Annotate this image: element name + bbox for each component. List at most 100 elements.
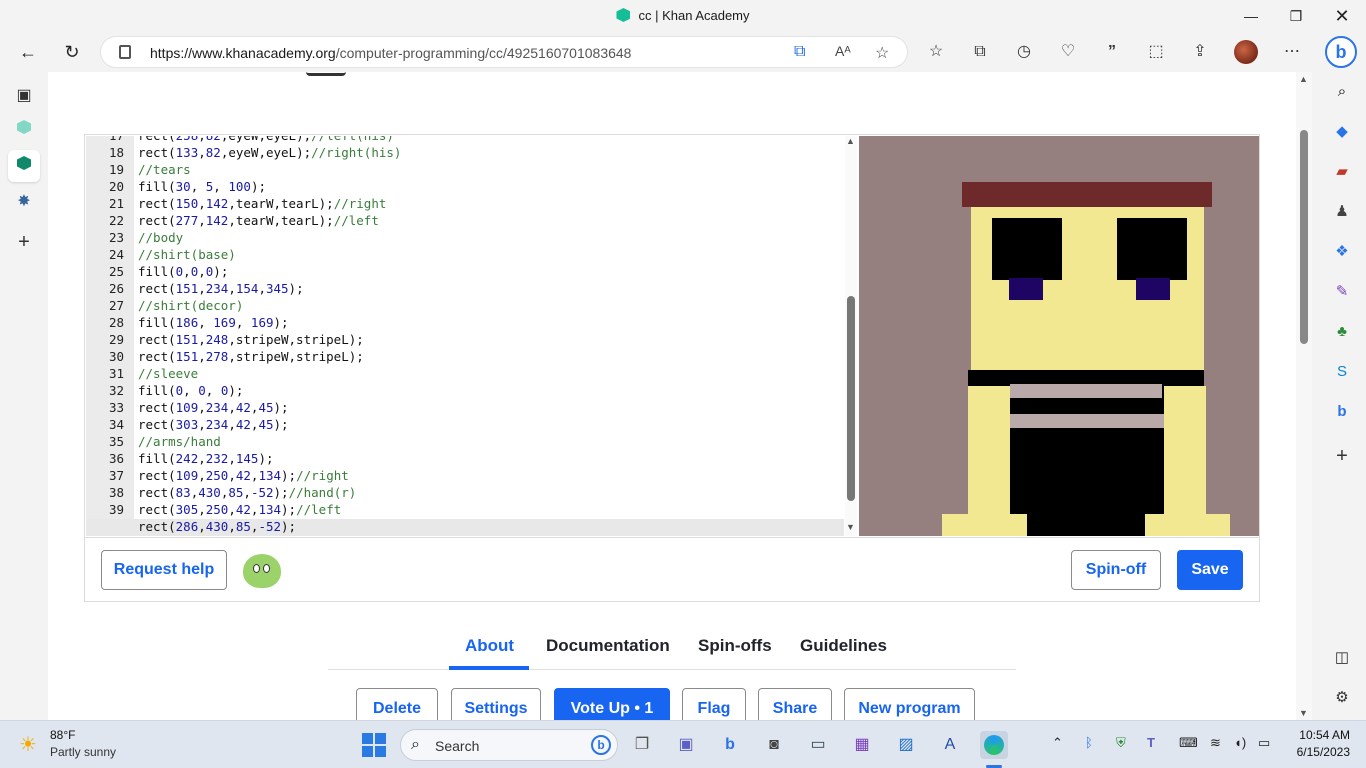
restore-button[interactable]: ❐ [1286,6,1306,26]
request-help-button[interactable]: Request help [101,550,227,590]
keyboard-icon[interactable]: ⌨ [1179,735,1198,751]
settings-button[interactable]: Settings [451,688,541,720]
new-tab-plus-icon[interactable]: + [12,230,36,254]
tab-khan-icon-1[interactable] [12,118,36,142]
designer-icon[interactable]: ✎ [1330,280,1354,304]
code-line[interactable]: rect(133,82,eyeW,eyeL);//right(his) [138,144,401,161]
weather-sun-icon[interactable]: ☀ [16,733,40,757]
quote-icon[interactable]: ” [1100,40,1124,64]
flag-button[interactable]: Flag [682,688,746,720]
share-icon[interactable]: ⇪ [1188,40,1212,64]
tab-guidelines[interactable]: Guidelines [800,636,887,656]
extensions-icon[interactable]: ⬚ [1144,40,1168,64]
close-window-button[interactable]: ✕ [1332,6,1352,26]
delete-button[interactable]: Delete [356,688,438,720]
weather-temp[interactable]: 88°F [50,728,75,742]
tab-about[interactable]: About [465,636,514,656]
code-line[interactable]: rect(151,234,154,345); [138,280,304,297]
code-line[interactable]: //sleeve [138,365,198,382]
photos-icon[interactable]: ▨ [894,733,918,757]
editor-scrollbar[interactable]: ▲ ▼ [845,136,857,536]
app-available-icon[interactable]: ⧉ [794,43,805,61]
show-hidden-icons-chevron-icon[interactable]: ⌃ [1052,735,1063,751]
clock-date[interactable]: 6/15/2023 [1282,745,1350,759]
shopping-tag-icon[interactable]: ◆ [1330,120,1354,144]
program-output-canvas[interactable] [859,136,1259,536]
teams-chat-icon[interactable]: ▣ [674,733,698,757]
edge-browser-taskbar-icon[interactable] [980,731,1008,759]
code-line[interactable]: fill(242,232,145); [138,450,274,467]
code-line[interactable]: //shirt(decor) [138,297,243,314]
code-line[interactable]: fill(30, 5, 100); [138,178,266,195]
page-scrollbar[interactable]: ▲ ▼ [1296,72,1312,720]
back-arrow-icon[interactable]: ← [16,40,40,64]
history-icon[interactable]: ◷ [1012,40,1036,64]
code-line[interactable]: rect(277,142,tearW,tearL);//left [138,212,379,229]
taskbar-search[interactable]: ⌕ Search b [400,729,618,761]
new-program-button[interactable]: New program [844,688,975,720]
profile-avatar[interactable] [1234,40,1258,64]
code-line[interactable]: rect(109,234,42,45); [138,399,289,416]
tree-icon[interactable]: ♣ [1330,320,1354,344]
refresh-icon[interactable]: ↻ [60,40,84,64]
app-a-icon[interactable]: A [938,733,962,757]
weather-desc[interactable]: Partly sunny [50,745,116,759]
code-editor[interactable]: 1718 19 20 21 22 23 24 25 26 27 28 29 30 31 32 33 34 35 36… [86,136,844,536]
read-aloud-icon[interactable]: Aᴬ [835,43,851,59]
code-line[interactable]: fill(0,0,0); [138,263,228,280]
code-line[interactable]: //arms/hand [138,433,221,450]
hide-sidebar-icon[interactable]: ◫ [1330,646,1354,670]
spin-off-button[interactable]: Spin-off [1071,550,1161,590]
code-line[interactable]: //shirt(base) [138,246,236,263]
code-line[interactable]: fill(0, 0, 0); [138,382,243,399]
bing-app-icon[interactable]: b [718,733,742,757]
camera-icon[interactable]: ◙ [762,733,786,757]
tools-briefcase-icon[interactable]: ▰ [1330,160,1354,184]
code-line[interactable]: rect(305,250,42,134);//left [138,501,341,518]
code-line[interactable]: rect(83,430,85,-52);//hand(r) [138,484,356,501]
clipchamp-icon[interactable]: ▦ [850,733,874,757]
settings-gear-icon[interactable]: ⚙ [1330,686,1354,710]
code-line[interactable]: rect(286,430,85,-52); [138,518,296,535]
skype-icon[interactable]: S [1330,360,1354,384]
collections-icon[interactable]: ⧉ [968,40,992,64]
wifi-icon[interactable]: ≋ [1210,735,1221,751]
microsoft-365-icon[interactable]: ❖ [1330,240,1354,264]
code-line[interactable]: //body [138,229,183,246]
minimize-button[interactable]: — [1241,6,1261,26]
performance-icon[interactable]: ♡ [1056,40,1080,64]
add-sidebar-app-icon[interactable]: + [1330,444,1354,468]
tab-game-icon[interactable]: ✸ [12,190,36,214]
share-button[interactable]: Share [758,688,832,720]
tab-actions-icon[interactable]: ▣ [12,84,36,108]
code-line[interactable]: rect(150,142,tearW,tearL);//right [138,195,386,212]
search-icon[interactable]: ⌕ [1330,80,1354,104]
start-windows-icon[interactable] [362,733,386,757]
code-line[interactable]: rect(151,278,stripeW,stripeL); [138,348,364,365]
code-line[interactable]: fill(186, 169, 169); [138,314,289,331]
bing-copilot-icon[interactable]: b [1325,36,1357,68]
scroll-down-arrow-icon[interactable]: ▼ [846,522,855,532]
code-line[interactable]: //tears [138,161,191,178]
bing-icon[interactable]: b [1330,400,1354,424]
page-scroll-down-icon[interactable]: ▼ [1299,708,1308,718]
security-shield-icon[interactable]: ⛨ [1116,735,1126,751]
more-options-icon[interactable]: ⋯ [1280,40,1304,64]
tab-khan-icon-active[interactable] [8,150,40,182]
bluetooth-icon[interactable]: ᛒ [1085,735,1093,750]
tab-spin-offs[interactable]: Spin-offs [698,636,772,656]
battery-icon[interactable]: ▭ [1258,735,1270,751]
code-line[interactable]: rect(303,234,42,45); [138,416,289,433]
save-button[interactable]: Save [1177,550,1243,590]
task-view-icon[interactable]: ❐ [630,733,654,757]
favorite-star-icon[interactable]: ☆ [875,43,889,63]
page-scroll-up-icon[interactable]: ▲ [1299,74,1308,84]
teams-tray-icon[interactable]: T [1147,735,1155,750]
vote-up-button[interactable]: Vote Up • 1 [554,688,670,720]
page-scroll-thumb[interactable] [1300,130,1308,344]
address-bar[interactable]: https://www.khanacademy.org/computer-pro… [100,36,908,68]
games-icon[interactable]: ♟ [1330,200,1354,224]
code-line[interactable]: rect(109,250,42,134);//right [138,467,349,484]
car-app-icon[interactable]: ▭ [806,733,830,757]
favorites-icon[interactable]: ☆ [924,40,948,64]
